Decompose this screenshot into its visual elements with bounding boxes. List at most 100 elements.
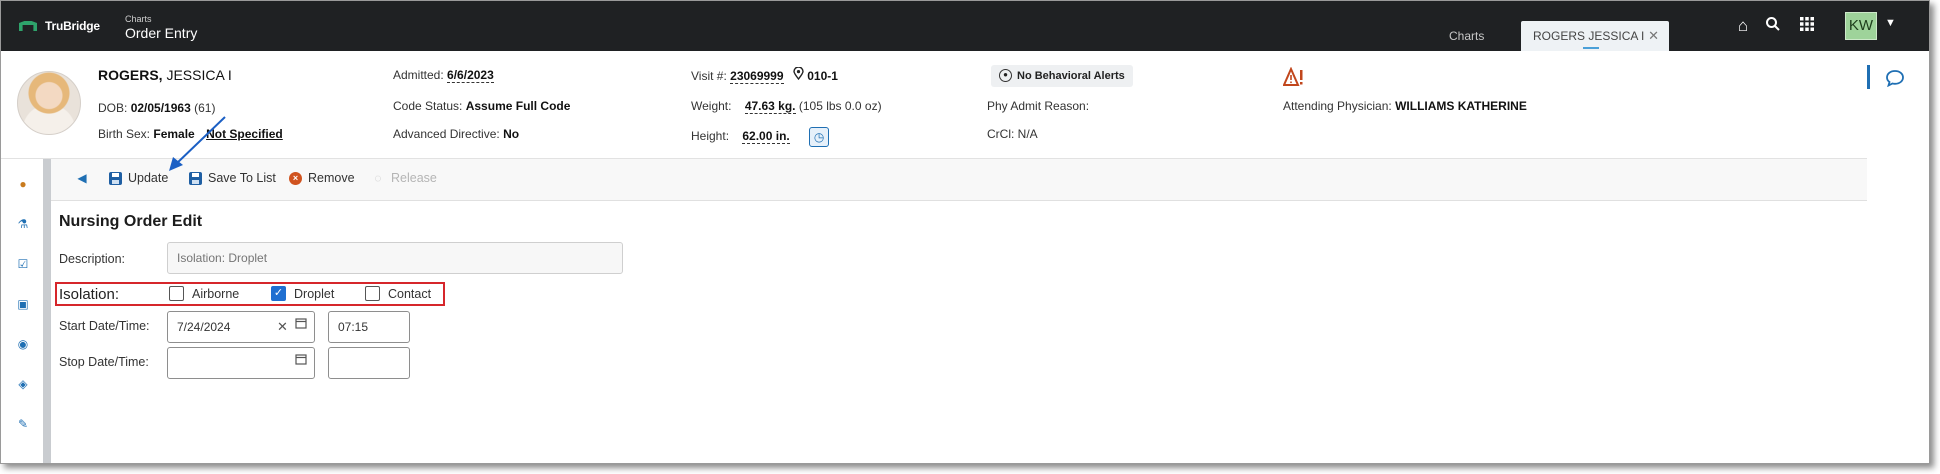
tab-patient-label: ROGERS JESSICA I — [1533, 29, 1645, 43]
admitted-value[interactable]: 6/6/2023 — [447, 68, 494, 83]
start-time-value: 07:15 — [338, 320, 369, 334]
records-icon[interactable]: ◈ — [15, 376, 31, 392]
breadcrumb: Charts Order Entry — [125, 14, 197, 41]
apps-grid-icon[interactable] — [1797, 16, 1817, 36]
checkbox-droplet[interactable]: ✓ Droplet — [271, 286, 334, 301]
attending-value: WILLIAMS KATHERINE — [1395, 99, 1527, 113]
height-label: Height: — [691, 129, 730, 144]
age-value: (61) — [194, 101, 216, 115]
breadcrumb-parent[interactable]: Charts — [125, 14, 197, 24]
warning-alert-icon[interactable] — [1282, 66, 1305, 87]
panel-divider — [1867, 65, 1870, 89]
crcl-field: CrCl: N/A — [987, 127, 1038, 141]
notes-icon[interactable]: ✎ — [15, 416, 31, 432]
weight-label: Weight: — [691, 99, 732, 113]
user-avatar[interactable]: KW — [1845, 12, 1877, 40]
checkbox-contact-box[interactable] — [365, 286, 380, 301]
stop-calendar-picker-icon[interactable] — [295, 353, 307, 368]
advanced-directive-label: Advanced Directive: — [393, 127, 500, 141]
stop-datetime-label: Stop Date/Time: — [59, 355, 149, 369]
top-bar: TruBridge Charts Order Entry Charts ROGE… — [1, 1, 1929, 51]
room-value: 010-1 — [807, 69, 838, 83]
weight-value[interactable]: 47.63 kg. — [744, 99, 796, 114]
logo-text: TruBridge — [45, 19, 100, 33]
height-value[interactable]: 62.00 in. — [742, 129, 790, 145]
birth-sex-label: Birth Sex: — [98, 127, 151, 141]
form-title: Nursing Order Edit — [59, 213, 203, 230]
location-pin-icon — [793, 66, 807, 83]
update-button[interactable]: Update — [109, 171, 168, 185]
checkbox-droplet-box[interactable]: ✓ — [271, 286, 286, 301]
back-button[interactable]: ◀ — [75, 171, 89, 185]
stop-date-input[interactable] — [167, 347, 315, 379]
close-icon[interactable]: ✕ — [1648, 21, 1659, 51]
brain-icon: ● — [999, 69, 1012, 82]
app-logo[interactable]: TruBridge — [19, 19, 100, 33]
checkbox-airborne[interactable]: Airborne — [169, 286, 239, 301]
calendar-picker-icon[interactable] — [295, 317, 307, 332]
checklist-icon[interactable]: ☑ — [15, 256, 31, 272]
stop-time-input[interactable] — [328, 347, 410, 379]
attending-label: Attending Physician: — [1283, 99, 1392, 113]
tab-charts[interactable]: Charts — [1437, 21, 1496, 51]
release-label: Release — [391, 171, 437, 185]
visit-field: Visit #: 23069999 010-1 — [691, 66, 838, 84]
search-icon[interactable] — [1763, 16, 1783, 36]
start-time-input[interactable]: 07:15 — [328, 311, 410, 343]
admitted-label: Admitted: — [393, 68, 444, 82]
behavioral-alerts-label: No Behavioral Alerts — [1017, 70, 1125, 82]
remove-button[interactable]: × Remove — [289, 171, 355, 185]
dob-field: DOB: 02/05/1963 (61) — [98, 101, 215, 115]
annotation-arrow — [169, 116, 226, 171]
crcl-label: CrCl: — [987, 127, 1015, 141]
remove-icon: × — [289, 171, 302, 185]
pharmacy-icon[interactable]: ◉ — [15, 336, 31, 352]
checkbox-airborne-box[interactable] — [169, 286, 184, 301]
patient-first-name: JESSICA I — [162, 67, 232, 83]
code-status-field: Code Status: Assume Full Code — [393, 99, 570, 113]
tab-patient[interactable]: ROGERS JESSICA I ✕ — [1521, 21, 1669, 51]
phy-admit-field: Phy Admit Reason: — [987, 99, 1089, 113]
rail-scrollbar[interactable] — [43, 159, 51, 463]
checkbox-droplet-label: Droplet — [294, 286, 335, 301]
release-button[interactable]: ◌ Release — [371, 171, 437, 185]
app-window: TruBridge Charts Order Entry Charts ROGE… — [0, 0, 1930, 464]
back-arrow-icon: ◀ — [77, 171, 87, 185]
advanced-directive-field: Advanced Directive: No — [393, 127, 519, 141]
dob-label: DOB: — [98, 101, 128, 115]
patient-photo — [17, 71, 81, 135]
description-label: Description: — [59, 252, 125, 266]
checkbox-contact[interactable]: Contact — [365, 286, 431, 301]
visit-label: Visit #: — [691, 69, 727, 83]
admitted-field: Admitted: 6/6/2023 — [393, 68, 494, 83]
crcl-value: N/A — [1017, 127, 1038, 141]
start-datetime-label: Start Date/Time: — [59, 319, 150, 333]
code-status-value: Assume Full Code — [465, 99, 571, 113]
home-icon[interactable]: ⌂ — [1733, 16, 1753, 36]
isolation-label: Isolation: — [59, 286, 120, 303]
behavioral-alerts-badge[interactable]: ● No Behavioral Alerts — [991, 65, 1133, 87]
toolbar: ◀ Update Save To List × Remove ◌ Release — [51, 159, 1867, 201]
weight-field: Weight: 47.63 kg. (105 lbs 0.0 oz) — [691, 99, 882, 114]
height-field: Height: 62.00 in. ◷ — [691, 127, 830, 147]
remove-label: Remove — [308, 171, 355, 185]
description-input[interactable] — [167, 242, 623, 274]
save-icon — [109, 171, 122, 185]
chat-icon[interactable] — [1885, 69, 1905, 88]
clear-icon[interactable]: ✕ — [277, 319, 288, 335]
start-date-value: 7/24/2024 — [177, 320, 231, 334]
page-title: Order Entry — [125, 25, 198, 41]
start-date-input[interactable]: 7/24/2024 — [167, 311, 315, 343]
attending-field: Attending Physician: WILLIAMS KATHERINE — [1283, 99, 1527, 113]
alert-icon[interactable]: ● — [15, 176, 31, 192]
calendar-icon[interactable]: ▣ — [15, 296, 31, 312]
checkbox-airborne-label: Airborne — [192, 286, 240, 301]
flask-icon[interactable]: ⚗ — [15, 216, 31, 232]
release-icon: ◌ — [374, 171, 382, 185]
patient-name: ROGERS, JESSICA I — [98, 67, 232, 83]
trubridge-logo-icon — [19, 21, 37, 31]
left-rail: ● ⚗ ☑ ▣ ◉ ◈ ✎ — [1, 159, 41, 463]
visit-value[interactable]: 23069999 — [730, 69, 784, 84]
chevron-down-icon[interactable]: ▼ — [1885, 17, 1896, 29]
measure-icon[interactable]: ◷ — [809, 127, 830, 147]
